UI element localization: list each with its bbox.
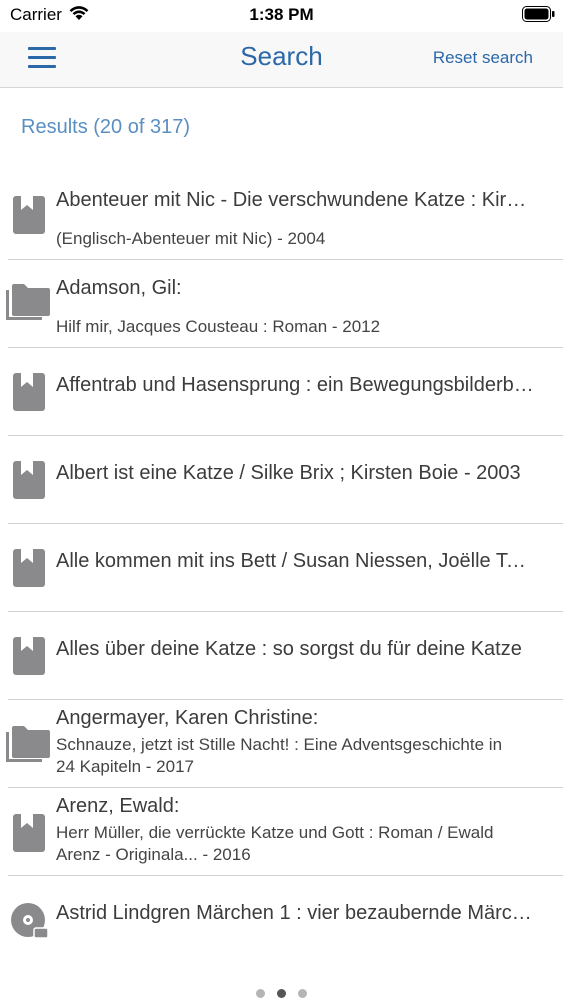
list-item[interactable]: Albert ist eine Katze / Silke Brix ; Kir… — [8, 436, 563, 524]
status-time: 1:38 PM — [249, 5, 314, 24]
reset-search-button[interactable]: Reset search — [433, 48, 533, 68]
list-item-title: Adamson, Gil: — [56, 277, 182, 299]
list-item-title: Astrid Lindgren Märchen 1 : vier bezaube… — [56, 902, 535, 924]
list-item[interactable]: Adamson, Gil: Hilf mir, Jacques Cousteau… — [6, 260, 563, 348]
navigation-bar: Search Reset search — [0, 32, 563, 88]
list-item[interactable]: Arenz, Ewald: Herr Müller, die verrückte… — [8, 788, 563, 876]
list-item-title: Alles über deine Katze : so sorgst du fü… — [56, 638, 522, 660]
book-icon — [8, 612, 52, 700]
list-item-title: Abenteuer mit Nic - Die verschwundene Ka… — [56, 189, 535, 211]
status-bar: Carrier 1:38 PM — [0, 0, 563, 32]
page-indicator[interactable] — [0, 985, 563, 1000]
list-item[interactable]: Astrid Lindgren Märchen 1 : vier bezaube… — [8, 876, 563, 964]
list-item-subtitle: Schnauze, jetzt ist Stille Nacht! : Eine… — [56, 735, 503, 776]
list-item[interactable]: Alle kommen mit ins Bett / Susan Niessen… — [8, 524, 563, 612]
book-icon — [8, 524, 52, 612]
folder-icon — [6, 700, 52, 788]
list-item-title: Angermayer, Karen Christine: — [56, 707, 319, 729]
results-count: Results (20 of 317) — [21, 116, 190, 138]
results-list: Abenteuer mit Nic - Die verschwundene Ka… — [0, 172, 563, 964]
book-icon — [8, 348, 52, 436]
page-dot[interactable] — [298, 989, 307, 998]
list-item-title: Affentrab und Hasensprung : ein Bewegung… — [56, 374, 535, 396]
list-item[interactable]: Affentrab und Hasensprung : ein Bewegung… — [8, 348, 563, 436]
page-dot-active[interactable] — [277, 989, 286, 998]
list-item[interactable]: Abenteuer mit Nic - Die verschwundene Ka… — [8, 172, 563, 260]
book-icon — [8, 172, 52, 260]
battery-icon — [522, 6, 555, 22]
list-item-subtitle: Hilf mir, Jacques Cousteau : Roman - 201… — [56, 317, 381, 336]
book-icon — [8, 436, 52, 524]
folder-icon — [6, 260, 52, 348]
list-item-subtitle: Herr Müller, die verrückte Katze und Got… — [56, 823, 494, 864]
disc-icon — [8, 876, 52, 964]
page-dot[interactable] — [256, 989, 265, 998]
list-item[interactable]: Angermayer, Karen Christine: Schnauze, j… — [6, 700, 563, 788]
list-item-title: Alle kommen mit ins Bett / Susan Niessen… — [56, 550, 535, 572]
list-item-title: Albert ist eine Katze / Silke Brix ; Kir… — [56, 462, 521, 484]
list-item-subtitle: (Englisch-Abenteuer mit Nic) - 2004 — [56, 229, 326, 248]
book-icon — [8, 788, 52, 876]
list-item[interactable]: Alles über deine Katze : so sorgst du fü… — [8, 612, 563, 700]
list-item-title: Arenz, Ewald: — [56, 795, 180, 817]
